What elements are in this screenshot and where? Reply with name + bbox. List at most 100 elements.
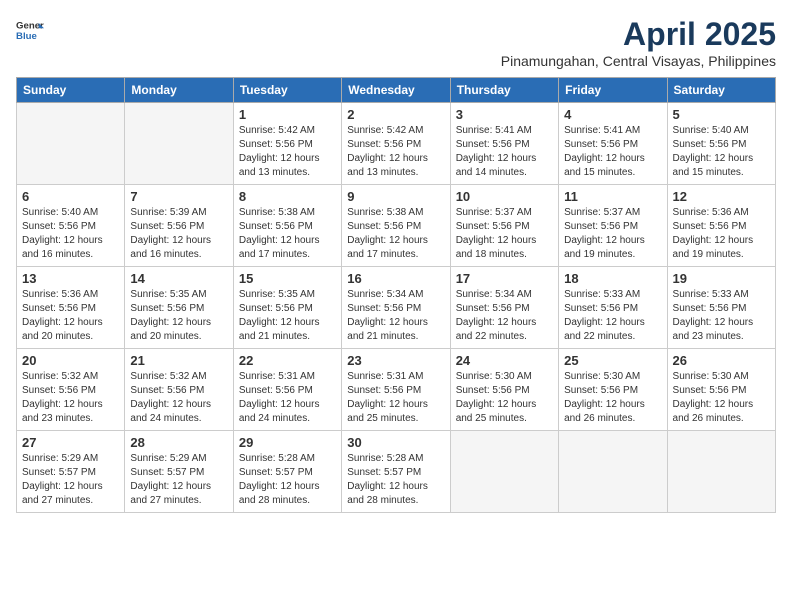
weekday-header-row: SundayMondayTuesdayWednesdayThursdayFrid… <box>17 78 776 103</box>
day-info: Sunrise: 5:31 AM Sunset: 5:56 PM Dayligh… <box>239 370 336 426</box>
weekday-header-wednesday: Wednesday <box>342 78 450 103</box>
day-number: 27 <box>22 435 119 450</box>
day-cell: 23Sunrise: 5:31 AM Sunset: 5:56 PM Dayli… <box>342 349 450 431</box>
day-cell: 24 Sunrise: 5:30 AM Sunset: 5:56 PM Dayli… <box>450 349 558 431</box>
day-info: Sunrise: 5:33 AM Sunset: 5:56 PM Dayligh… <box>564 288 661 344</box>
day-cell <box>667 431 775 513</box>
day-number: 21 <box>130 353 227 368</box>
day-number: 17 <box>456 271 553 286</box>
day-number: 13 <box>22 271 119 286</box>
day-number: 19 <box>673 271 770 286</box>
day-info: Sunrise: 5:29 AM Sunset: 5:57 PM Dayligh… <box>22 452 119 508</box>
day-cell: 26 Sunrise: 5:30 AM Sunset: 5:56 PM Dayli… <box>667 349 775 431</box>
week-row-4: 20 Sunrise: 5:32 AM Sunset: 5:56 PM Dayli… <box>17 349 776 431</box>
day-info: Sunrise: 5:32 AM Sunset: 5:56 PM Dayligh… <box>22 370 119 426</box>
day-info: Sunrise: 5:35 AM Sunset: 5:56 PM Dayligh… <box>130 288 227 344</box>
month-title: April 2025 <box>501 16 776 53</box>
day-cell: 8 Sunrise: 5:38 AM Sunset: 5:56 PM Daylig… <box>233 185 341 267</box>
day-cell: 27 Sunrise: 5:29 AM Sunset: 5:57 PM Dayli… <box>17 431 125 513</box>
day-info: Sunrise: 5:36 AM Sunset: 5:56 PM Dayligh… <box>673 206 770 262</box>
day-info: Sunrise: 5:34 AM Sunset: 5:56 PM Dayligh… <box>456 288 553 344</box>
day-info: Sunrise: 5:40 AM Sunset: 5:56 PM Dayligh… <box>22 206 119 262</box>
day-info: Sunrise: 5:37 AM Sunset: 5:56 PM Dayligh… <box>564 206 661 262</box>
day-cell: 16 Sunrise: 5:34 AM Sunset: 5:56 PM Dayli… <box>342 267 450 349</box>
day-info: Sunrise: 5:41 AM Sunset: 5:56 PM Dayligh… <box>564 124 661 180</box>
day-cell: 18 Sunrise: 5:33 AM Sunset: 5:56 PM Dayli… <box>559 267 667 349</box>
week-row-2: 6 Sunrise: 5:40 AM Sunset: 5:56 PM Daylig… <box>17 185 776 267</box>
day-info: Sunrise: 5:32 AM Sunset: 5:56 PM Dayligh… <box>130 370 227 426</box>
day-info: Sunrise: 5:42 AM Sunset: 5:56 PM Dayligh… <box>347 124 444 180</box>
day-cell: 28Sunrise: 5:29 AM Sunset: 5:57 PM Dayli… <box>125 431 233 513</box>
header: General Blue April 2025 Pinamungahan, Ce… <box>16 16 776 69</box>
day-number: 22 <box>239 353 336 368</box>
day-cell: 2 Sunrise: 5:42 AM Sunset: 5:56 PM Daylig… <box>342 103 450 185</box>
day-cell: 9Sunrise: 5:38 AM Sunset: 5:56 PM Daylig… <box>342 185 450 267</box>
day-cell: 12 Sunrise: 5:36 AM Sunset: 5:56 PM Dayli… <box>667 185 775 267</box>
day-number: 4 <box>564 107 661 122</box>
day-number: 15 <box>239 271 336 286</box>
day-number: 2 <box>347 107 444 122</box>
day-cell: 30Sunrise: 5:28 AM Sunset: 5:57 PM Dayli… <box>342 431 450 513</box>
day-info: Sunrise: 5:36 AM Sunset: 5:56 PM Dayligh… <box>22 288 119 344</box>
day-number: 16 <box>347 271 444 286</box>
day-number: 3 <box>456 107 553 122</box>
day-number: 11 <box>564 189 661 204</box>
day-info: Sunrise: 5:42 AM Sunset: 5:56 PM Dayligh… <box>239 124 336 180</box>
day-info: Sunrise: 5:35 AM Sunset: 5:56 PM Dayligh… <box>239 288 336 344</box>
day-number: 9 <box>347 189 444 204</box>
weekday-header-monday: Monday <box>125 78 233 103</box>
day-number: 8 <box>239 189 336 204</box>
day-info: Sunrise: 5:30 AM Sunset: 5:56 PM Dayligh… <box>564 370 661 426</box>
day-cell: 7Sunrise: 5:39 AM Sunset: 5:56 PM Daylig… <box>125 185 233 267</box>
day-info: Sunrise: 5:34 AM Sunset: 5:56 PM Dayligh… <box>347 288 444 344</box>
day-cell: 1 Sunrise: 5:42 AM Sunset: 5:56 PM Daylig… <box>233 103 341 185</box>
day-info: Sunrise: 5:38 AM Sunset: 5:56 PM Dayligh… <box>239 206 336 262</box>
day-cell: 22 Sunrise: 5:31 AM Sunset: 5:56 PM Dayli… <box>233 349 341 431</box>
day-cell: 21 Sunrise: 5:32 AM Sunset: 5:56 PM Dayli… <box>125 349 233 431</box>
weekday-header-tuesday: Tuesday <box>233 78 341 103</box>
day-cell: 19 Sunrise: 5:33 AM Sunset: 5:56 PM Dayli… <box>667 267 775 349</box>
day-info: Sunrise: 5:39 AM Sunset: 5:56 PM Dayligh… <box>130 206 227 262</box>
day-number: 24 <box>456 353 553 368</box>
day-cell: 5 Sunrise: 5:40 AM Sunset: 5:56 PM Daylig… <box>667 103 775 185</box>
day-number: 28 <box>130 435 227 450</box>
day-number: 1 <box>239 107 336 122</box>
title-area: April 2025 Pinamungahan, Central Visayas… <box>501 16 776 69</box>
logo: General Blue <box>16 16 44 44</box>
day-cell: 10Sunrise: 5:37 AM Sunset: 5:56 PM Dayli… <box>450 185 558 267</box>
calendar: SundayMondayTuesdayWednesdayThursdayFrid… <box>16 77 776 513</box>
day-info: Sunrise: 5:33 AM Sunset: 5:56 PM Dayligh… <box>673 288 770 344</box>
weekday-header-sunday: Sunday <box>17 78 125 103</box>
day-number: 26 <box>673 353 770 368</box>
logo-icon: General Blue <box>16 16 44 44</box>
day-info: Sunrise: 5:28 AM Sunset: 5:57 PM Dayligh… <box>239 452 336 508</box>
day-cell: 4 Sunrise: 5:41 AM Sunset: 5:56 PM Daylig… <box>559 103 667 185</box>
day-number: 30 <box>347 435 444 450</box>
day-cell: 29Sunrise: 5:28 AM Sunset: 5:57 PM Dayli… <box>233 431 341 513</box>
day-number: 6 <box>22 189 119 204</box>
day-number: 20 <box>22 353 119 368</box>
day-number: 10 <box>456 189 553 204</box>
day-cell: 13 Sunrise: 5:36 AM Sunset: 5:56 PM Dayli… <box>17 267 125 349</box>
day-number: 18 <box>564 271 661 286</box>
day-number: 5 <box>673 107 770 122</box>
day-info: Sunrise: 5:41 AM Sunset: 5:56 PM Dayligh… <box>456 124 553 180</box>
week-row-1: 1 Sunrise: 5:42 AM Sunset: 5:56 PM Daylig… <box>17 103 776 185</box>
day-info: Sunrise: 5:40 AM Sunset: 5:56 PM Dayligh… <box>673 124 770 180</box>
day-info: Sunrise: 5:31 AM Sunset: 5:56 PM Dayligh… <box>347 370 444 426</box>
day-cell: 17 Sunrise: 5:34 AM Sunset: 5:56 PM Dayli… <box>450 267 558 349</box>
day-number: 12 <box>673 189 770 204</box>
day-info: Sunrise: 5:30 AM Sunset: 5:56 PM Dayligh… <box>673 370 770 426</box>
day-cell <box>559 431 667 513</box>
weekday-header-saturday: Saturday <box>667 78 775 103</box>
day-cell: 20 Sunrise: 5:32 AM Sunset: 5:56 PM Dayli… <box>17 349 125 431</box>
day-cell: 15 Sunrise: 5:35 AM Sunset: 5:56 PM Dayli… <box>233 267 341 349</box>
day-cell: 11 Sunrise: 5:37 AM Sunset: 5:56 PM Dayli… <box>559 185 667 267</box>
weekday-header-thursday: Thursday <box>450 78 558 103</box>
day-cell <box>17 103 125 185</box>
week-row-3: 13 Sunrise: 5:36 AM Sunset: 5:56 PM Dayli… <box>17 267 776 349</box>
day-info: Sunrise: 5:30 AM Sunset: 5:56 PM Dayligh… <box>456 370 553 426</box>
day-number: 25 <box>564 353 661 368</box>
day-cell: 14Sunrise: 5:35 AM Sunset: 5:56 PM Dayli… <box>125 267 233 349</box>
day-cell <box>125 103 233 185</box>
